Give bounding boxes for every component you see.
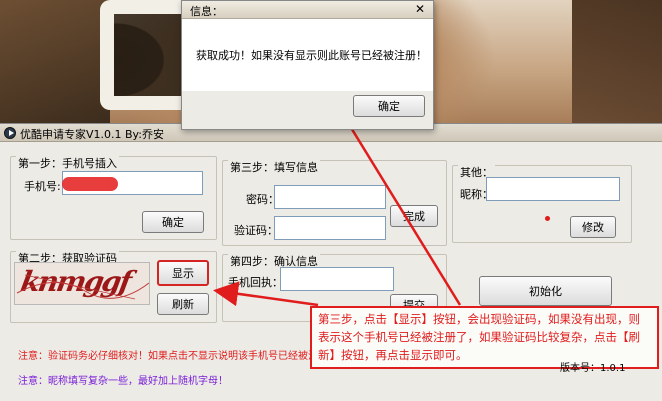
dialog-titlebar: 信息： ✕ [182, 1, 433, 19]
captcha-warning-note: 注意：验证码务必仔细核对！如果点击不显示说明该手机号已经被注册！ [18, 351, 338, 362]
version-value: 1.0.1 [600, 363, 626, 374]
version-label-text: 版本号： [560, 363, 600, 374]
info-dialog: 信息： ✕ 获取成功！如果没有显示则此账号已经被注册！ 确定 [181, 0, 434, 130]
cursor-dot [545, 216, 550, 221]
refresh-captcha-button[interactable]: 刷新 [157, 293, 209, 315]
dialog-body: 获取成功！如果没有显示则此账号已经被注册！ [182, 19, 433, 91]
modify-button[interactable]: 修改 [570, 216, 616, 238]
receipt-label: 手机回执： [228, 276, 283, 289]
confirm-phone-button[interactable]: 确定 [142, 211, 204, 233]
nickname-input[interactable] [486, 177, 620, 201]
version-label: 版本号：1.0.1 [560, 359, 625, 374]
nickname-tip-note: 注意：昵称填写复杂一些，最好加上随机字母！ [18, 376, 228, 387]
show-captcha-button[interactable]: 显示 [157, 260, 209, 286]
captcha-input[interactable] [274, 216, 386, 240]
photo-hair-left [0, 0, 110, 128]
captcha-label: 验证码： [234, 224, 278, 237]
photo-hair-right [572, 0, 662, 128]
step1-title: 第一步：手机号插入 [16, 155, 119, 171]
finish-button[interactable]: 完成 [390, 205, 438, 227]
phone-label: 手机号: [24, 180, 61, 193]
password-input[interactable] [274, 185, 386, 209]
app-icon [4, 127, 16, 139]
step3-title: 第三步：填写信息 [228, 159, 320, 175]
dialog-title: 信息： [190, 5, 223, 18]
dialog-ok-button[interactable]: 确定 [353, 95, 425, 117]
close-icon[interactable]: ✕ [415, 2, 425, 16]
window-title: 优酷申请专家V1.0.1 By:乔安 [20, 128, 164, 141]
receipt-input[interactable] [280, 267, 394, 291]
phone-redaction [62, 177, 118, 191]
captcha-image: knmggf [14, 262, 150, 305]
dialog-message: 获取成功！如果没有显示则此账号已经被注册！ [196, 49, 427, 62]
captcha-noise [16, 274, 149, 300]
init-button[interactable]: 初始化 [479, 276, 612, 306]
